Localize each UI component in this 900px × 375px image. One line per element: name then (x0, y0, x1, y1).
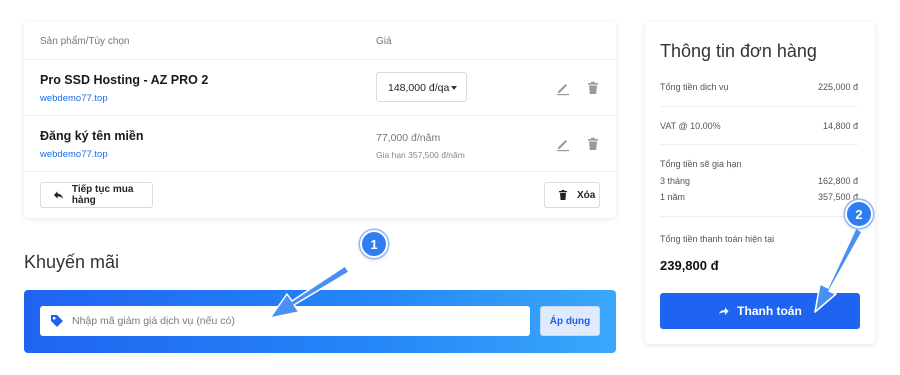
billing-cycle-select[interactable]: 148,000 đ/qa (376, 72, 467, 102)
vat-label: VAT @ 10.00% (660, 121, 721, 131)
divider (660, 106, 858, 107)
renewal-label-row: Tổng tiền sẽ gia hạn (660, 159, 858, 169)
checkout-button[interactable]: Thanh toán (660, 293, 860, 329)
billing-cycle-value: 148,000 đ/qa (388, 82, 450, 94)
product-column-header: Sản phẩm/Tùy chọn (40, 36, 130, 47)
subtotal-label: Tổng tiền dịch vụ (660, 82, 729, 92)
cart-item-hosting: Pro SSD Hosting - AZ PRO 2 webdemo77.top… (24, 60, 616, 116)
promo-box: Áp dụng (24, 290, 616, 353)
item-price: 77,000 đ/năm (376, 132, 441, 144)
item-domain-link[interactable]: webdemo77.top (40, 149, 108, 160)
vat-value: 14,800 đ (822, 121, 858, 131)
amount-due-label-row: Tổng tiền thanh toán hiện tại (660, 234, 858, 244)
step-badge-2: 2 (845, 200, 873, 228)
tag-icon (51, 315, 63, 327)
reply-arrow-icon (53, 191, 63, 200)
order-summary-card: Thông tin đơn hàng Tổng tiền dịch vụ 225… (645, 22, 875, 344)
checkout-label: Thanh toán (737, 304, 802, 318)
clear-cart-label: Xóa (577, 189, 596, 201)
promo-code-input[interactable] (72, 306, 522, 336)
cart-card: Sản phẩm/Tùy chọn Giá Pro SSD Hosting - … (24, 22, 616, 218)
renewal-period: 1 năm (660, 192, 686, 202)
vat-row: VAT @ 10.00% 14,800 đ (660, 121, 858, 131)
continue-shopping-label: Tiếp tục mua hàng (71, 184, 134, 206)
edit-icon[interactable] (555, 80, 571, 96)
chevron-down-icon (451, 86, 457, 90)
cart-item-domain: Đăng ký tên miền webdemo77.top 77,000 đ/… (24, 116, 616, 172)
item-renewal-price: Gia hạn 357,500 đ/năm (376, 150, 465, 160)
edit-icon[interactable] (555, 136, 571, 152)
renewal-row: 1 năm 357,500 đ (660, 192, 858, 202)
cart-header: Sản phẩm/Tùy chọn Giá (24, 22, 616, 60)
price-column-header: Giá (376, 36, 392, 47)
item-title: Pro SSD Hosting - AZ PRO 2 (40, 73, 209, 87)
amount-due-label: Tổng tiền thanh toán hiện tại (660, 234, 775, 244)
item-title: Đăng ký tên miền (40, 129, 144, 143)
subtotal-row: Tổng tiền dịch vụ 225,000 đ (660, 82, 858, 92)
continue-shopping-button[interactable]: Tiếp tục mua hàng (40, 182, 153, 208)
trash-icon[interactable] (585, 136, 601, 152)
summary-title: Thông tin đơn hàng (660, 41, 817, 61)
subtotal-value: 225,000 đ (817, 82, 858, 92)
renewal-label: Tổng tiền sẽ gia hạn (660, 159, 742, 169)
clear-cart-button[interactable]: Xóa (544, 182, 600, 208)
trash-icon[interactable] (585, 80, 601, 96)
divider (660, 144, 858, 145)
renewal-amount: 162,800 đ (817, 176, 858, 186)
apply-promo-button[interactable]: Áp dụng (540, 306, 600, 336)
item-domain-link[interactable]: webdemo77.top (40, 93, 108, 104)
arrow-right-icon (719, 307, 729, 315)
amount-due-value: 239,800 đ (660, 258, 719, 273)
step-badge-1: 1 (360, 230, 388, 258)
promo-title: Khuyến mãi (24, 252, 120, 272)
renewal-row: 3 tháng 162,800 đ (660, 176, 858, 186)
trash-icon (559, 190, 567, 200)
promo-input-wrapper (40, 306, 530, 336)
divider (660, 216, 858, 217)
renewal-period: 3 tháng (660, 176, 691, 186)
